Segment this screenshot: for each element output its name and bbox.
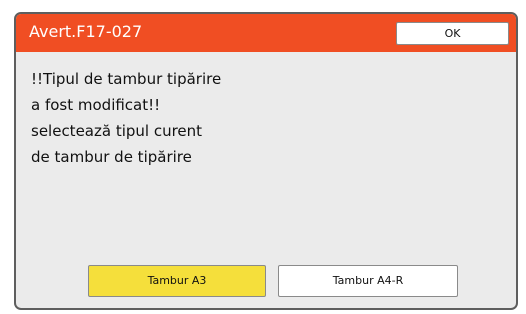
message-line: a fost modificat!! bbox=[31, 96, 161, 114]
message-line: de tambur de tipărire bbox=[31, 148, 192, 166]
drum-a3-button[interactable]: Tambur A3 bbox=[88, 265, 266, 297]
drum-a4r-button[interactable]: Tambur A4-R bbox=[278, 265, 458, 297]
ok-button[interactable]: OK bbox=[396, 22, 509, 45]
dialog-header: Avert.F17-027 OK bbox=[16, 14, 516, 52]
dialog-title: Avert.F17-027 bbox=[29, 22, 143, 41]
warning-dialog: Avert.F17-027 OK !!Tipul de tambur tipăr… bbox=[14, 12, 518, 310]
warning-message: !!Tipul de tambur tipărire a fost modifi… bbox=[31, 66, 501, 170]
message-line: !!Tipul de tambur tipărire bbox=[31, 70, 222, 88]
message-line: selectează tipul curent bbox=[31, 122, 203, 140]
